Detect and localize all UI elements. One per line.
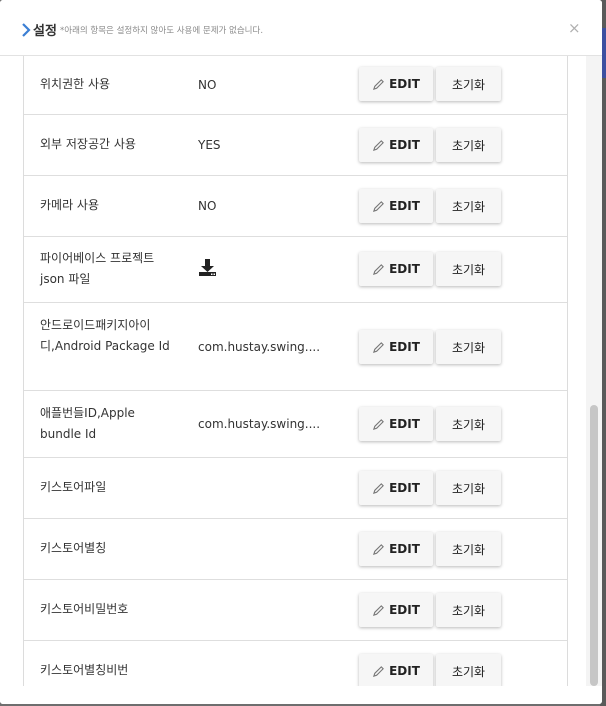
reset-button[interactable]: 초기화 [436, 128, 501, 162]
edit-button-label: EDIT [389, 138, 420, 152]
reset-button[interactable]: 초기화 [436, 532, 501, 566]
settings-row: 안드로이드패키지아이디,Android Package Id com.husta… [24, 303, 567, 391]
setting-label: 위치권한 사용 [40, 77, 111, 91]
pencil-icon [373, 78, 385, 90]
reset-button[interactable]: 초기화 [436, 67, 501, 101]
settings-table: 위치권한 사용 NO EDIT 초기화 외부 저장공간 사용 YES EDIT … [23, 56, 568, 686]
setting-value: NO [198, 199, 217, 213]
edit-button-label: EDIT [389, 262, 420, 276]
modal-footer [0, 686, 602, 704]
modal-header: 설정 *아래의 항목은 설정하지 않아도 사용에 문제가 없습니다. × [0, 0, 602, 56]
setting-label: 키스토어별칭비번 [40, 663, 129, 677]
settings-row: 파이어베이스 프로젝트 json 파일 EDIT 초기화 [24, 237, 567, 303]
reset-button[interactable]: 초기화 [436, 252, 501, 286]
vertical-scrollbar[interactable] [586, 56, 602, 686]
reset-button[interactable]: 초기화 [436, 654, 501, 686]
edit-button[interactable]: EDIT [359, 532, 433, 566]
setting-value: com.hustay.swing.... [198, 417, 321, 431]
settings-row: 위치권한 사용 NO EDIT 초기화 [24, 56, 567, 115]
reset-button[interactable]: 초기화 [436, 189, 501, 223]
reset-button-label: 초기화 [451, 138, 486, 153]
edit-button[interactable]: EDIT [359, 128, 433, 162]
reset-button[interactable]: 초기화 [436, 407, 501, 441]
pencil-icon [373, 482, 385, 494]
pencil-icon [373, 418, 385, 430]
edit-button-label: EDIT [389, 340, 420, 354]
pencil-icon [373, 263, 385, 275]
edit-button[interactable]: EDIT [359, 189, 433, 223]
setting-value: com.hustay.swing.... [198, 340, 321, 354]
setting-label: 안드로이드패키지아이디,Android Package Id [40, 318, 170, 353]
setting-value: YES [198, 138, 221, 152]
reset-button[interactable]: 초기화 [436, 330, 501, 364]
edit-button-label: EDIT [389, 199, 420, 213]
reset-button-label: 초기화 [451, 481, 486, 496]
reset-button[interactable]: 초기화 [436, 471, 501, 505]
setting-label: 외부 저장공간 사용 [40, 137, 136, 151]
reset-button-label: 초기화 [451, 417, 486, 432]
modal-title: 설정 [33, 24, 57, 39]
setting-label: 키스토어비밀번호 [40, 602, 129, 616]
pencil-icon [373, 200, 385, 212]
close-icon[interactable]: × [568, 19, 581, 37]
pencil-icon [373, 604, 385, 616]
edit-button-label: EDIT [389, 664, 420, 678]
pencil-icon [373, 139, 385, 151]
edit-button[interactable]: EDIT [359, 252, 433, 286]
reset-button-label: 초기화 [451, 542, 486, 557]
download-icon[interactable] [198, 258, 217, 276]
edit-button[interactable]: EDIT [359, 407, 433, 441]
pencil-icon [373, 665, 385, 677]
reset-button-label: 초기화 [451, 340, 486, 355]
edit-button-label: EDIT [389, 77, 420, 91]
modal-subtitle: *아래의 항목은 설정하지 않아도 사용에 문제가 없습니다. [60, 26, 264, 36]
chevron-right-icon [22, 23, 31, 37]
pencil-icon [373, 543, 385, 555]
edit-button[interactable]: EDIT [359, 67, 433, 101]
settings-row: 키스토어비밀번호 EDIT 초기화 [24, 580, 567, 641]
setting-label: 애플번들ID,Apple bundle Id [40, 406, 135, 441]
reset-button-label: 초기화 [451, 603, 486, 618]
setting-label: 키스토어별칭 [40, 541, 107, 555]
edit-button[interactable]: EDIT [359, 330, 433, 364]
scrollbar-thumb[interactable] [590, 405, 598, 686]
reset-button-label: 초기화 [451, 262, 486, 277]
edit-button[interactable]: EDIT [359, 471, 433, 505]
setting-label: 키스토어파일 [40, 480, 107, 494]
settings-row: 키스토어파일 EDIT 초기화 [24, 458, 567, 519]
pencil-icon [373, 341, 385, 353]
reset-button-label: 초기화 [451, 664, 486, 679]
edit-button-label: EDIT [389, 542, 420, 556]
settings-modal: 설정 *아래의 항목은 설정하지 않아도 사용에 문제가 없습니다. × 위치권… [0, 0, 602, 704]
edit-button-label: EDIT [389, 603, 420, 617]
settings-list-viewport: 위치권한 사용 NO EDIT 초기화 외부 저장공간 사용 YES EDIT … [0, 56, 602, 686]
reset-button[interactable]: 초기화 [436, 593, 501, 627]
reset-button-label: 초기화 [451, 199, 486, 214]
settings-row: 카메라 사용 NO EDIT 초기화 [24, 176, 567, 237]
edit-button-label: EDIT [389, 417, 420, 431]
edit-button-label: EDIT [389, 481, 420, 495]
setting-value: NO [198, 78, 217, 92]
settings-row: 외부 저장공간 사용 YES EDIT 초기화 [24, 115, 567, 176]
edit-button[interactable]: EDIT [359, 593, 433, 627]
setting-label: 카메라 사용 [40, 198, 100, 212]
setting-label: 파이어베이스 프로젝트 json 파일 [40, 251, 155, 286]
reset-button-label: 초기화 [451, 77, 486, 92]
settings-row: 키스토어별칭비번 EDIT 초기화 [24, 641, 567, 686]
settings-row: 애플번들ID,Apple bundle Id com.hustay.swing.… [24, 391, 567, 458]
edit-button[interactable]: EDIT [359, 654, 433, 686]
settings-row: 키스토어별칭 EDIT 초기화 [24, 519, 567, 580]
